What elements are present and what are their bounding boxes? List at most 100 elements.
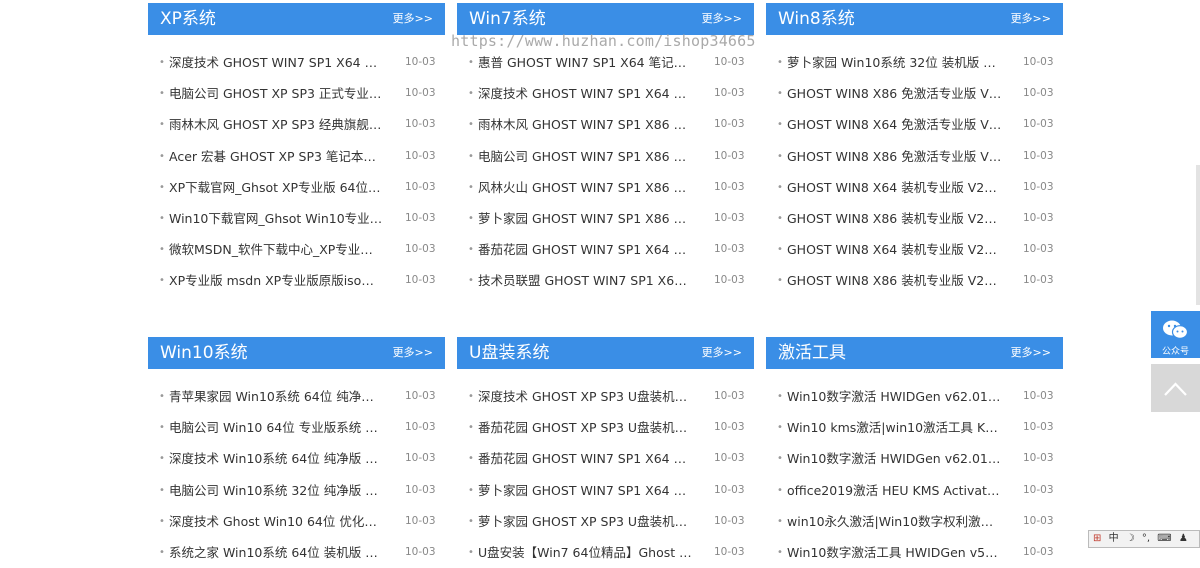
list-item[interactable]: • GHOST WIN8 X64 装机专业版 V2019.... 10-03	[766, 172, 1063, 203]
item-title[interactable]: Win10 kms激活|win10激活工具 KMS-...	[787, 412, 1002, 443]
list-item[interactable]: • Win10下载官网_Ghsot Win10专业版 6... 10-03	[148, 203, 445, 234]
scrollbar-thumb[interactable]	[1196, 165, 1200, 305]
panel-title: Win7系统	[469, 9, 546, 29]
item-title[interactable]: office2019激活 HEU KMS Activator v1...	[787, 475, 1002, 506]
item-title[interactable]: XP专业版 msdn XP专业版原版iso镜像...	[169, 265, 384, 296]
item-title[interactable]: 萝卜家园 Win10系统 32位 装机版 V201...	[787, 47, 1002, 78]
item-title[interactable]: 惠普 GHOST WIN7 SP1 X64 笔记本官...	[478, 47, 693, 78]
list-item[interactable]: • 电脑公司 GHOST WIN7 SP1 X86 正式... 10-03	[457, 141, 754, 172]
list-item[interactable]: • 青苹果家园 Win10系统 64位 纯净版 V2... 10-03	[148, 381, 445, 412]
more-link[interactable]: 更多>>	[393, 3, 433, 35]
list-item[interactable]: • XP下载官网_Ghsot XP专业版 64位 V20... 10-03	[148, 172, 445, 203]
more-link[interactable]: 更多>>	[702, 337, 742, 369]
item-title[interactable]: U盘安装【Win7 64位精品】Ghost Win...	[478, 537, 693, 568]
item-title[interactable]: 番茄花园 GHOST WIN7 SP1 X64 装机...	[478, 234, 693, 265]
list-item[interactable]: • XP专业版 msdn XP专业版原版iso镜像... 10-03	[148, 265, 445, 296]
item-title[interactable]: 萝卜家园 GHOST XP SP3 U盘装机稳定...	[478, 506, 693, 537]
list-item[interactable]: • Win10数字激活 HWIDGen v62.01 win... 10-03	[766, 381, 1063, 412]
item-title[interactable]: 深度技术 GHOST XP SP3 U盘装机优化...	[478, 381, 693, 412]
item-title[interactable]: GHOST WIN8 X86 装机专业版 V2017....	[787, 203, 1002, 234]
list-item[interactable]: • GHOST WIN8 X64 免激活专业版 V201... 10-03	[766, 109, 1063, 140]
more-link[interactable]: 更多>>	[1011, 3, 1051, 35]
item-title[interactable]: 雨林木风 GHOST XP SP3 经典旗舰版 V...	[169, 109, 384, 140]
item-title[interactable]: 深度技术 Ghost Win10 64位 优化专业...	[169, 506, 384, 537]
list-item[interactable]: • office2019激活 HEU KMS Activator v1... 10-…	[766, 475, 1063, 506]
item-title[interactable]: GHOST WIN8 X64 免激活专业版 V201...	[787, 109, 1002, 140]
item-title[interactable]: Win10数字激活工具 HWIDGen v51.15 ...	[787, 537, 1002, 568]
list-item[interactable]: • Win10 kms激活|win10激活工具 KMS-... 10-03	[766, 412, 1063, 443]
list-item[interactable]: • 萝卜家园 GHOST WIN7 SP1 X64 U盘... 10-03	[457, 475, 754, 506]
ime-toolbar[interactable]: ⊞ 中 ☽ °, ⌨ ♟	[1088, 530, 1200, 548]
item-title[interactable]: 深度技术 GHOST WIN7 SP1 X64 极速...	[169, 47, 384, 78]
list-item[interactable]: • 番茄花园 GHOST XP SP3 U盘装机正式... 10-03	[457, 412, 754, 443]
item-title[interactable]: GHOST WIN8 X86 装机专业版 V2019....	[787, 265, 1002, 296]
list-item[interactable]: • 系统之家 Win10系统 64位 装机版 V201... 10-03	[148, 537, 445, 568]
item-title[interactable]: Win10数字激活 HWIDGen v62.01 win...	[787, 381, 1002, 412]
list-item[interactable]: • 深度技术 Ghost Win10 64位 优化专业... 10-03	[148, 506, 445, 537]
list-item[interactable]: • 风林火山 GHOST WIN7 SP1 X86 优化... 10-03	[457, 172, 754, 203]
item-title[interactable]: GHOST WIN8 X64 装机专业版 V2019....	[787, 172, 1002, 203]
list-item[interactable]: • GHOST WIN8 X86 装机专业版 V2017.... 10-03	[766, 203, 1063, 234]
item-title[interactable]: 微软MSDN_软件下载中心_XP专业版19...	[169, 234, 384, 265]
wechat-button[interactable]: 公众号	[1151, 311, 1200, 358]
item-title[interactable]: GHOST WIN8 X64 装机专业版 V2017....	[787, 234, 1002, 265]
moon-icon[interactable]: ☽	[1126, 531, 1135, 547]
item-title[interactable]: 萝卜家园 GHOST WIN7 SP1 X86 极速...	[478, 203, 693, 234]
item-title[interactable]: 番茄花园 GHOST XP SP3 U盘装机正式...	[478, 412, 693, 443]
user-icon[interactable]: ♟	[1179, 531, 1188, 547]
list-item[interactable]: • Win10数字激活 HWIDGen v62.01 win... 10-03	[766, 443, 1063, 474]
list-item[interactable]: • 微软MSDN_软件下载中心_XP专业版19... 10-03	[148, 234, 445, 265]
list-item[interactable]: • 番茄花园 GHOST WIN7 SP1 X64 装机... 10-03	[457, 234, 754, 265]
list-item[interactable]: • GHOST WIN8 X86 装机专业版 V2019.... 10-03	[766, 265, 1063, 296]
list-item[interactable]: • 深度技术 GHOST WIN7 SP1 X64 极速... 10-03	[148, 47, 445, 78]
item-title[interactable]: XP下载官网_Ghsot XP专业版 64位 V20...	[169, 172, 384, 203]
item-title[interactable]: win10永久激活|Win10数字权利激活神...	[787, 506, 1002, 537]
list-item[interactable]: • 萝卜家园 GHOST WIN7 SP1 X86 极速... 10-03	[457, 203, 754, 234]
item-title[interactable]: GHOST WIN8 X86 免激活专业版 V201...	[787, 78, 1002, 109]
item-title[interactable]: GHOST WIN8 X86 免激活专业版 V201...	[787, 141, 1002, 172]
list-item[interactable]: • GHOST WIN8 X86 免激活专业版 V201... 10-03	[766, 78, 1063, 109]
list-item[interactable]: • 电脑公司 GHOST XP SP3 正式专业版 V... 10-03	[148, 78, 445, 109]
list-item[interactable]: • 电脑公司 Win10系统 32位 纯净版 V201... 10-03	[148, 475, 445, 506]
back-to-top-button[interactable]	[1151, 364, 1200, 412]
list-item[interactable]: • 深度技术 Win10系统 64位 纯净版 V201... 10-03	[148, 443, 445, 474]
list-item[interactable]: • GHOST WIN8 X64 装机专业版 V2017.... 10-03	[766, 234, 1063, 265]
item-title[interactable]: 电脑公司 GHOST WIN7 SP1 X86 正式...	[478, 141, 693, 172]
list-item[interactable]: • 深度技术 GHOST WIN7 SP1 X64 中秋... 10-03	[457, 78, 754, 109]
list-item[interactable]: • 惠普 GHOST WIN7 SP1 X64 笔记本官... 10-03	[457, 47, 754, 78]
more-link[interactable]: 更多>>	[393, 337, 433, 369]
item-title[interactable]: 青苹果家园 Win10系统 64位 纯净版 V2...	[169, 381, 384, 412]
list-item[interactable]: • GHOST WIN8 X86 免激活专业版 V201... 10-03	[766, 141, 1063, 172]
item-title[interactable]: Win10数字激活 HWIDGen v62.01 win...	[787, 443, 1002, 474]
list-item[interactable]: • 电脑公司 Win10 64位 专业版系统 V201... 10-03	[148, 412, 445, 443]
list-item[interactable]: • 深度技术 GHOST XP SP3 U盘装机优化... 10-03	[457, 381, 754, 412]
list-item[interactable]: • 雨林木风 GHOST WIN7 SP1 X86 经典... 10-03	[457, 109, 754, 140]
item-title[interactable]: 技术员联盟 GHOST WIN7 SP1 X64 游...	[478, 265, 693, 296]
list-item[interactable]: • 萝卜家园 GHOST XP SP3 U盘装机稳定... 10-03	[457, 506, 754, 537]
list-item[interactable]: • Win10数字激活工具 HWIDGen v51.15 ... 10-03	[766, 537, 1063, 568]
item-title[interactable]: 雨林木风 GHOST WIN7 SP1 X86 经典...	[478, 109, 693, 140]
punctuation-icon[interactable]: °,	[1142, 531, 1150, 547]
item-title[interactable]: 电脑公司 GHOST XP SP3 正式专业版 V...	[169, 78, 384, 109]
ime-lang[interactable]: 中	[1109, 531, 1119, 547]
item-title[interactable]: 系统之家 Win10系统 64位 装机版 V201...	[169, 537, 384, 568]
item-title[interactable]: 电脑公司 Win10系统 32位 纯净版 V201...	[169, 475, 384, 506]
list-item[interactable]: • 番茄花园 GHOST WIN7 SP1 X64 U盘... 10-03	[457, 443, 754, 474]
list-item[interactable]: • U盘安装【Win7 64位精品】Ghost Win... 10-03	[457, 537, 754, 568]
keyboard-icon[interactable]: ⌨	[1157, 531, 1171, 547]
item-title[interactable]: 萝卜家园 GHOST WIN7 SP1 X64 U盘...	[478, 475, 693, 506]
item-title[interactable]: Win10下载官网_Ghsot Win10专业版 6...	[169, 203, 384, 234]
list-item[interactable]: • Acer 宏碁 GHOST XP SP3 笔记本通用... 10-03	[148, 141, 445, 172]
item-title[interactable]: 番茄花园 GHOST WIN7 SP1 X64 U盘...	[478, 443, 693, 474]
list-item[interactable]: • 技术员联盟 GHOST WIN7 SP1 X64 游... 10-03	[457, 265, 754, 296]
item-title[interactable]: 深度技术 GHOST WIN7 SP1 X64 中秋...	[478, 78, 693, 109]
item-title[interactable]: 风林火山 GHOST WIN7 SP1 X86 优化...	[478, 172, 693, 203]
item-title[interactable]: 深度技术 Win10系统 64位 纯净版 V201...	[169, 443, 384, 474]
more-link[interactable]: 更多>>	[1011, 337, 1051, 369]
more-link[interactable]: 更多>>	[702, 3, 742, 35]
item-title[interactable]: Acer 宏碁 GHOST XP SP3 笔记本通用...	[169, 141, 384, 172]
list-item[interactable]: • 雨林木风 GHOST XP SP3 经典旗舰版 V... 10-03	[148, 109, 445, 140]
list-item[interactable]: • 萝卜家园 Win10系统 32位 装机版 V201... 10-03	[766, 47, 1063, 78]
list-item[interactable]: • win10永久激活|Win10数字权利激活神... 10-03	[766, 506, 1063, 537]
item-title[interactable]: 电脑公司 Win10 64位 专业版系统 V201...	[169, 412, 384, 443]
